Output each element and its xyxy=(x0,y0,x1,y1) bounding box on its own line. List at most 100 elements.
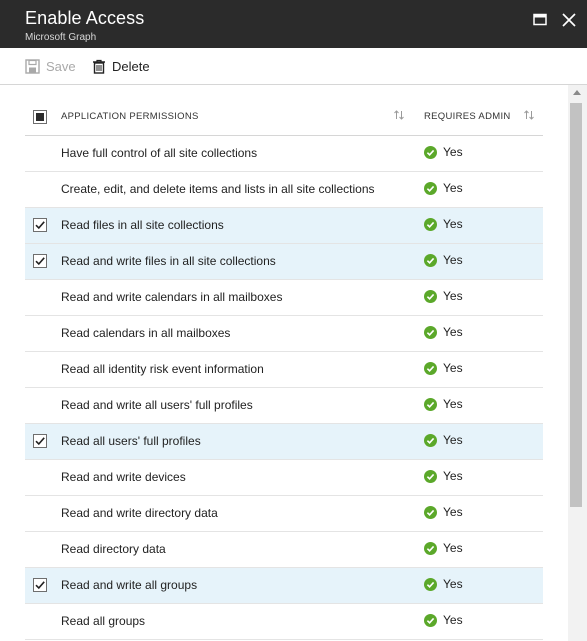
table-row[interactable]: Read all identity risk event information… xyxy=(25,352,543,388)
permissions-panel: APPLICATION PERMISSIONS REQUIRES ADMIN H… xyxy=(0,85,568,641)
requires-admin-value: Yes xyxy=(443,325,463,339)
table-row[interactable]: Read files in all site collections Yes xyxy=(25,208,543,244)
table-row[interactable]: Create, edit, and delete items and lists… xyxy=(25,172,543,208)
requires-admin-value: Yes xyxy=(443,145,463,159)
permission-label: Read and write devices xyxy=(61,470,186,484)
column-header-requires-admin[interactable]: REQUIRES ADMIN xyxy=(424,111,511,122)
check-circle-icon xyxy=(424,505,437,519)
requires-admin-cell: Yes xyxy=(424,289,463,303)
row-checkbox[interactable] xyxy=(33,470,47,484)
maximize-icon[interactable] xyxy=(532,12,548,28)
check-circle-icon xyxy=(424,145,437,159)
requires-admin-cell: Yes xyxy=(424,217,463,231)
delete-button[interactable]: Delete xyxy=(92,48,150,84)
row-checkbox[interactable] xyxy=(33,614,47,628)
scroll-up-arrow-icon[interactable] xyxy=(573,90,581,95)
table-row[interactable]: Read and write calendars in all mailboxe… xyxy=(25,280,543,316)
permission-label: Read and write all users' full profiles xyxy=(61,398,253,412)
table-body: Have full control of all site collection… xyxy=(25,136,543,640)
requires-admin-cell: Yes xyxy=(424,577,463,591)
check-circle-icon xyxy=(424,469,437,483)
permissions-table: APPLICATION PERMISSIONS REQUIRES ADMIN H… xyxy=(25,100,543,640)
table-row[interactable]: Read and write all groups Yes xyxy=(25,568,543,604)
table-row[interactable]: Read directory data Yes xyxy=(25,532,543,568)
requires-admin-value: Yes xyxy=(443,541,463,555)
command-bar: Save Delete xyxy=(0,48,587,85)
row-checkbox[interactable] xyxy=(33,146,47,160)
check-circle-icon xyxy=(424,325,437,339)
requires-admin-value: Yes xyxy=(443,397,463,411)
check-circle-icon xyxy=(424,433,437,447)
close-icon[interactable] xyxy=(561,12,577,28)
requires-admin-cell: Yes xyxy=(424,325,463,339)
checkmark-icon xyxy=(35,221,45,230)
requires-admin-value: Yes xyxy=(443,469,463,483)
checkmark-icon xyxy=(35,257,45,266)
requires-admin-value: Yes xyxy=(443,505,463,519)
permission-label: Have full control of all site collection… xyxy=(61,146,258,160)
permission-label: Read directory data xyxy=(61,542,166,556)
row-checkbox[interactable] xyxy=(33,506,47,520)
check-circle-icon xyxy=(424,541,437,555)
checkmark-icon xyxy=(35,581,45,590)
blade-header: Enable Access Microsoft Graph xyxy=(0,0,587,48)
row-checkbox[interactable] xyxy=(33,362,47,376)
save-label: Save xyxy=(46,58,76,74)
requires-admin-cell: Yes xyxy=(424,505,463,519)
check-circle-icon xyxy=(424,217,437,231)
permission-label: Read calendars in all mailboxes xyxy=(61,326,231,340)
row-checkbox[interactable] xyxy=(33,542,47,556)
table-row[interactable]: Read all users' full profiles Yes xyxy=(25,424,543,460)
requires-admin-cell: Yes xyxy=(424,145,463,159)
select-all-checkbox[interactable] xyxy=(33,110,47,124)
checkmark-icon xyxy=(35,437,45,446)
permission-label: Read files in all site collections xyxy=(61,218,224,232)
row-checkbox[interactable] xyxy=(33,398,47,412)
permission-label: Read and write directory data xyxy=(61,506,218,520)
requires-admin-value: Yes xyxy=(443,433,463,447)
table-row[interactable]: Read all groups Yes xyxy=(25,604,543,640)
permission-label: Read all groups xyxy=(61,614,146,628)
blade-subtitle: Microsoft Graph xyxy=(25,32,97,43)
row-checkbox[interactable] xyxy=(33,254,47,268)
permission-label: Read and write all groups xyxy=(61,578,198,592)
requires-admin-value: Yes xyxy=(443,253,463,267)
permission-label: Read all identity risk event information xyxy=(61,362,264,376)
row-checkbox[interactable] xyxy=(33,182,47,196)
column-header-permissions[interactable]: APPLICATION PERMISSIONS xyxy=(61,111,199,122)
row-checkbox[interactable] xyxy=(33,290,47,304)
sort-icon[interactable] xyxy=(393,109,405,121)
table-header: APPLICATION PERMISSIONS REQUIRES ADMIN xyxy=(25,100,543,136)
permission-label: Read and write calendars in all mailboxe… xyxy=(61,290,283,304)
requires-admin-cell: Yes xyxy=(424,433,463,447)
row-checkbox[interactable] xyxy=(33,434,47,448)
requires-admin-value: Yes xyxy=(443,217,463,231)
table-row[interactable]: Read and write directory data Yes xyxy=(25,496,543,532)
save-icon xyxy=(25,58,40,74)
permission-label: Create, edit, and delete items and lists… xyxy=(61,182,375,196)
table-row[interactable]: Read calendars in all mailboxes Yes xyxy=(25,316,543,352)
row-checkbox[interactable] xyxy=(33,326,47,340)
permission-label: Read all users' full profiles xyxy=(61,434,201,448)
table-row[interactable]: Read and write files in all site collect… xyxy=(25,244,543,280)
requires-admin-value: Yes xyxy=(443,361,463,375)
table-row[interactable]: Read and write devices Yes xyxy=(25,460,543,496)
requires-admin-cell: Yes xyxy=(424,469,463,483)
check-circle-icon xyxy=(424,253,437,267)
vertical-scrollbar[interactable] xyxy=(568,85,587,641)
table-row[interactable]: Read and write all users' full profiles Y… xyxy=(25,388,543,424)
requires-admin-cell: Yes xyxy=(424,181,463,195)
sort-icon[interactable] xyxy=(523,109,535,121)
check-circle-icon xyxy=(424,181,437,195)
requires-admin-cell: Yes xyxy=(424,253,463,267)
save-button[interactable]: Save xyxy=(25,48,76,84)
check-circle-icon xyxy=(424,577,437,591)
row-checkbox[interactable] xyxy=(33,578,47,592)
check-circle-icon xyxy=(424,361,437,375)
row-checkbox[interactable] xyxy=(33,218,47,232)
requires-admin-cell: Yes xyxy=(424,541,463,555)
requires-admin-value: Yes xyxy=(443,289,463,303)
table-row[interactable]: Have full control of all site collection… xyxy=(25,136,543,172)
check-circle-icon xyxy=(424,613,437,627)
scroll-thumb[interactable] xyxy=(570,103,582,507)
